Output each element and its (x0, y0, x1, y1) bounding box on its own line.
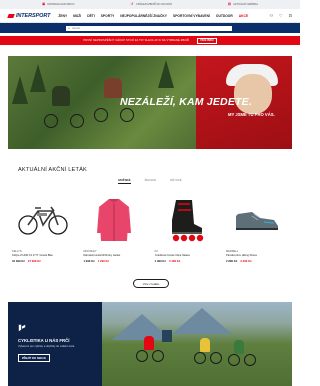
product-image (226, 195, 288, 245)
cyclist-shape (144, 336, 154, 350)
wheel-shape (70, 114, 84, 128)
tree-shape (158, 60, 174, 88)
nav-item-sporty[interactable]: SPORTY (101, 14, 115, 18)
wheel-shape (244, 354, 256, 366)
service-item[interactable]: ▣ DOPRAVA NAD 999 Kč (41, 1, 75, 7)
hero-headline: NEZÁLEŽÍ, KAM JEDETE. (120, 96, 252, 108)
store-icon: ▤ (227, 1, 232, 6)
leaflet-tabs: MUŽSKÉ ŽENSKÉ DĚTSKÉ (0, 178, 300, 184)
service-item[interactable]: ↺ VRÁCENÍ ZBOŽÍ DO 100 DNŮ (130, 1, 171, 7)
banner-photo (102, 302, 292, 386)
hero-subheadline: MY JSME TU PRO VÁS. (228, 112, 275, 117)
service-bar: ▣ DOPRAVA NAD 999 Kč ↺ VRÁCENÍ ZBOŽÍ DO 10… (0, 0, 300, 9)
search-bar: ⌕ Hledat (0, 23, 300, 33)
return-icon: ↺ (130, 1, 134, 6)
banner-subtitle: Vybavení pro cyklisty a doplňky do vašeh… (18, 345, 75, 348)
cycling-banner[interactable]: CYKLISTIKA U NÁS FRČÍ Vybavení pro cykli… (8, 302, 292, 386)
tab-muzske[interactable]: MUŽSKÉ (118, 178, 131, 184)
nav-item-muzi[interactable]: MUŽI (73, 14, 81, 18)
product-image (155, 195, 217, 245)
product-card[interactable]: McKinley Dámská bunda McKinley Jacket 1 … (83, 195, 145, 263)
cyclist-shape (234, 340, 244, 354)
face-shape (234, 74, 272, 114)
product-image (83, 195, 145, 245)
wheel-shape (120, 108, 134, 122)
nav-item-deti[interactable]: DĚTI (87, 14, 95, 18)
mountain-shape (172, 308, 232, 334)
service-item[interactable]: ▤ AKTUÁLNÍ NABÍDKA (227, 1, 258, 7)
jacket-icon (97, 199, 132, 241)
nav-item-akce[interactable]: AKCE (239, 14, 248, 18)
skates-icon (171, 200, 203, 242)
wheel-shape (210, 352, 222, 364)
shoe-icon (235, 212, 278, 230)
wheel-shape (228, 354, 240, 366)
wheel-shape (44, 114, 58, 128)
bike-icon (18, 206, 68, 235)
product-card[interactable]: Kellys Kellys eTHOR 10 27.5" Gravel Bike… (12, 195, 74, 263)
search-input[interactable]: ⌕ Hledat (66, 25, 232, 31)
more-from-leaflet-button[interactable]: Více z letáku (133, 279, 169, 288)
logo-mark (7, 13, 15, 18)
product-card[interactable]: Merrell Pánská obuv Hiking Shoes 2 899 K… (226, 195, 288, 263)
tree-shape (12, 76, 28, 104)
wheel-shape (152, 350, 164, 362)
user-icon[interactable]: ⚇ (269, 13, 273, 18)
go-to-section-button[interactable]: PŘEJÍT DO SEKCE (18, 354, 50, 362)
cycling-logo-icon (18, 324, 26, 332)
site-header: INTERSPORT ŽENY MUŽI DĚTI SPORTY NEJPOPU… (0, 9, 300, 23)
rider-shape (52, 86, 70, 106)
nav-item-vybaveni[interactable]: SPORTOVNÍ VYBAVENÍ (173, 14, 210, 18)
rider-shape (104, 78, 122, 98)
promo-strip: PRVNÍ NEPROSPĚŠNÝ NÁKUP STOJÍ ZA TO! SLE… (0, 36, 300, 45)
main-nav: ŽENY MUŽI DĚTI SPORTY NEJPOPULÁRNĚJŠÍ ZN… (58, 14, 269, 18)
search-icon: ⌕ (68, 26, 70, 30)
heart-icon[interactable]: ♡ (279, 13, 283, 18)
nav-item-outdoor[interactable]: OUTDOOR (216, 14, 233, 18)
cart-icon[interactable]: ⊡ (289, 13, 292, 18)
tab-detske[interactable]: DĚTSKÉ (170, 178, 182, 184)
truck-icon: ▣ (41, 1, 46, 6)
wheel-shape (194, 352, 206, 364)
cyclist-shape (200, 338, 210, 352)
cabin-shape (162, 330, 172, 342)
tab-zenske[interactable]: ŽENSKÉ (145, 178, 157, 184)
nav-item-zeny[interactable]: ŽENY (58, 14, 67, 18)
tree-shape (30, 64, 46, 92)
nav-item-znacky[interactable]: NEJPOPULÁRNĚJŠÍ ZNAČKY (120, 14, 167, 18)
promo-text: PRVNÍ NEPROSPĚŠNÝ NÁKUP STOJÍ ZA TO! SLE… (83, 39, 190, 42)
product-image (12, 195, 74, 245)
section-title: AKTUÁLNÍ AKČNÍ LETÁK (18, 167, 87, 173)
product-list: Kellys Kellys eTHOR 10 27.5" Gravel Bike… (12, 195, 288, 263)
promo-button[interactable]: VÍCE INFO (197, 37, 217, 44)
hero-banner[interactable]: NEZÁLEŽÍ, KAM JEDETE. MY JSME TU PRO VÁS… (8, 56, 292, 149)
wheel-shape (136, 350, 148, 362)
logo[interactable]: INTERSPORT (7, 13, 50, 19)
product-card[interactable]: K2 Kolečkové brusle Inline Skates 4 999 … (155, 195, 217, 263)
banner-title: CYKLISTIKA U NÁS FRČÍ (18, 338, 70, 343)
header-icons: ⚇ ♡ ⊡ (269, 13, 292, 18)
wheel-shape (94, 108, 108, 122)
